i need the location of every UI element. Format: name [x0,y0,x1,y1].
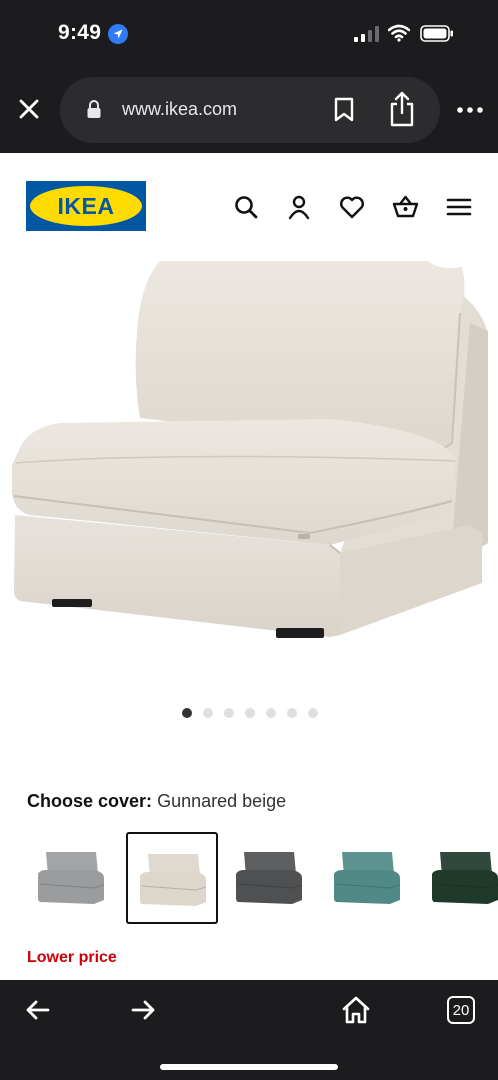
cover-swatch-dark-grey[interactable] [224,832,316,924]
gallery-dot[interactable] [287,708,297,718]
more-options-button[interactable] [456,100,484,120]
product-image[interactable] [0,253,498,683]
cover-value: Gunnared beige [157,791,287,811]
search-icon [235,196,258,219]
bookmark-icon [334,97,354,122]
sofa-thumbnail-icon [432,852,498,904]
hamburger-menu-icon [446,198,472,216]
home-icon [342,996,370,1024]
tabs-button[interactable]: 20 [447,996,475,1024]
sofa-thumbnail-icon [334,852,401,904]
sofa-thumbnail-icon [38,852,105,904]
account-icon [288,195,310,220]
wifi-icon [387,24,411,42]
site-header: IKEA [0,153,498,253]
lower-price-badge: Lower price [27,949,117,966]
share-icon [390,91,414,127]
basket-icon [392,195,419,218]
location-arrow-icon [108,24,128,44]
favourites-button[interactable] [338,193,368,223]
ellipsis-icon [457,107,483,113]
gallery-dot[interactable] [245,708,255,718]
gallery-pagination [0,708,498,722]
browser-top-bar: 9:49 www.ikea.com [0,0,498,153]
lock-icon [86,99,102,119]
home-indicator [160,1064,338,1070]
heart-icon [340,196,364,219]
cover-swatches [0,832,498,924]
close-tab-button[interactable] [14,94,44,124]
gallery-dot[interactable] [266,708,276,718]
home-button[interactable] [340,994,372,1026]
gallery-dot[interactable] [308,708,318,718]
cover-swatch-grey[interactable] [26,832,118,924]
cover-selection-label: Choose cover: Gunnared beige [27,791,286,812]
gallery-dot[interactable] [203,708,213,718]
cover-swatch-beige[interactable] [126,832,218,924]
cellular-signal-icon [354,26,380,42]
browser-bottom-bar: 20 [0,980,498,1080]
basket-button[interactable] [391,193,421,223]
forward-button[interactable] [127,994,159,1026]
gallery-dot[interactable] [224,708,234,718]
arrow-right-icon [131,1000,155,1020]
gallery-dot[interactable] [182,708,192,718]
search-button[interactable] [232,193,262,223]
sofa-thumbnail-icon [236,852,303,904]
battery-icon [420,25,454,42]
sofa-thumbnail-icon [140,854,207,906]
bookmark-button[interactable] [332,97,356,123]
ikea-logo[interactable]: IKEA [26,181,146,231]
svg-text:IKEA: IKEA [58,193,115,219]
back-button[interactable] [22,994,54,1026]
address-bar[interactable]: www.ikea.com [60,77,440,143]
cover-swatch-turquoise[interactable] [322,832,414,924]
close-icon [19,99,39,119]
arrow-left-icon [26,1000,50,1020]
account-button[interactable] [285,193,315,223]
status-time: 9:49 [58,21,102,44]
url-text: www.ikea.com [122,99,238,119]
share-button[interactable] [387,91,417,127]
cover-swatch-dark-green[interactable] [420,832,498,924]
menu-button[interactable] [445,193,475,223]
cover-label: Choose cover: [27,791,153,811]
